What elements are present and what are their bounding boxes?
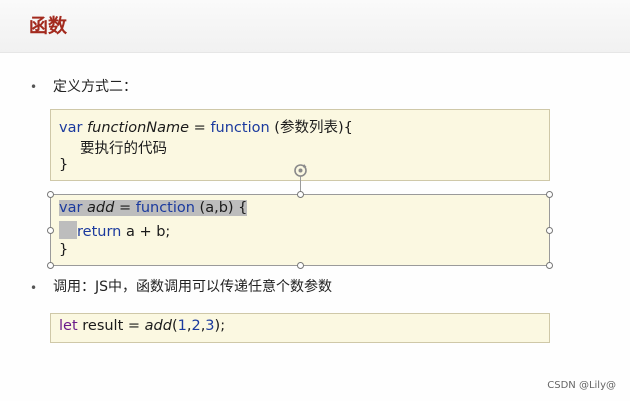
watermark: CSDN @Lily@	[547, 380, 616, 391]
resize-handle-top[interactable]	[297, 191, 304, 198]
code-params: (参数列表){	[269, 120, 353, 136]
resize-handle-bottom-left[interactable]	[47, 262, 54, 269]
code-line-3: }	[59, 157, 69, 173]
resize-handle-left[interactable]	[47, 227, 54, 234]
code-arg-1: 1	[177, 318, 187, 334]
resize-handle-bottom-right[interactable]	[546, 262, 553, 269]
bullet-text-call: 调用：JS中，函数调用可以传递任意个数参数	[53, 279, 333, 295]
code-let-keyword: let	[59, 318, 78, 334]
code-result-assign: result =	[77, 318, 145, 334]
code-arg-3: 3	[205, 318, 215, 334]
code-var-keyword: var	[59, 120, 88, 136]
code-line-1: var functionName = function (参数列表){	[59, 116, 353, 137]
resize-handle-bottom[interactable]	[297, 262, 304, 269]
code-call-line: let result = add(1,2,3);	[59, 318, 225, 334]
resize-handle-top-right[interactable]	[546, 191, 553, 198]
code-paren-close: );	[214, 318, 226, 334]
bullet-text-define: 定义方式二：	[53, 79, 137, 95]
bullet-dot-2: •	[30, 281, 38, 295]
bullet-dot-1: •	[30, 80, 38, 94]
rotate-handle-icon[interactable]	[293, 163, 308, 178]
code-arg-2: 2	[191, 318, 201, 334]
resize-handle-top-left[interactable]	[47, 191, 54, 198]
code-call-name: add	[144, 318, 172, 334]
resize-handle-right[interactable]	[546, 227, 553, 234]
code-line-2: 要执行的代码	[80, 141, 167, 157]
code-function-keyword: function	[210, 120, 270, 136]
code-assign: =	[189, 120, 211, 136]
slide-header-bar	[0, 0, 630, 53]
selection-frame[interactable]	[50, 194, 550, 266]
slide-title: 函数	[29, 15, 68, 37]
code-function-name: functionName	[87, 120, 190, 136]
